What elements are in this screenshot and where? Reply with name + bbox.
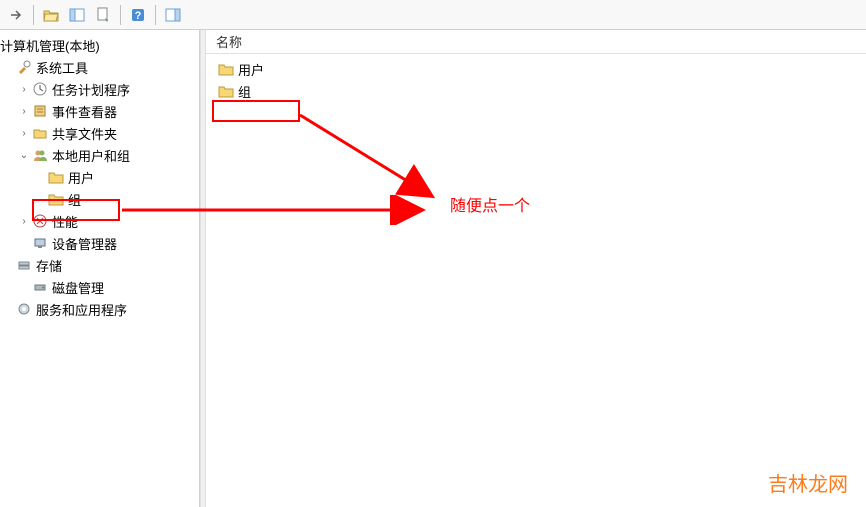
- tree-panel[interactable]: 计算机管理(本地) 系统工具 › 任务计划程序 › 事件查看器 › 共享文件夹 …: [0, 30, 200, 507]
- toolbar-help-button[interactable]: ?: [126, 3, 150, 27]
- chevron-down-icon[interactable]: ⌄: [16, 147, 32, 163]
- tree-label: 性能: [52, 212, 78, 231]
- main-area: 计算机管理(本地) 系统工具 › 任务计划程序 › 事件查看器 › 共享文件夹 …: [0, 30, 866, 507]
- refresh-doc-icon: [95, 7, 111, 23]
- clock-icon: [32, 81, 48, 97]
- chevron-right-icon[interactable]: ›: [16, 81, 32, 97]
- tree-label: 本地用户和组: [52, 146, 130, 165]
- tree-item-users[interactable]: 用户: [0, 166, 199, 188]
- folder-icon: [218, 83, 234, 99]
- panel-icon: [69, 8, 85, 22]
- panel-alt-icon: [165, 8, 181, 22]
- chevron-right-icon[interactable]: ›: [16, 103, 32, 119]
- chevron-down-icon[interactable]: [0, 257, 16, 273]
- tree-item-shared-folders[interactable]: › 共享文件夹: [0, 122, 199, 144]
- tree-label: 任务计划程序: [52, 80, 130, 99]
- help-icon: ?: [130, 7, 146, 23]
- tree-item-performance[interactable]: › 性能: [0, 210, 199, 232]
- folder-icon: [48, 191, 64, 207]
- tree-services[interactable]: 服务和应用程序: [0, 298, 199, 320]
- toolbar-folder-button[interactable]: [39, 3, 63, 27]
- toolbar-refresh-button[interactable]: [91, 3, 115, 27]
- tree-item-event-viewer[interactable]: › 事件查看器: [0, 100, 199, 122]
- chevron-right-icon[interactable]: ›: [16, 125, 32, 141]
- folder-open-icon: [43, 8, 59, 22]
- tree-label: 系统工具: [36, 58, 88, 77]
- list-body: 用户 组: [206, 54, 866, 106]
- tree-item-device-manager[interactable]: 设备管理器: [0, 232, 199, 254]
- folder-icon: [218, 61, 234, 77]
- tools-icon: [16, 59, 32, 75]
- tree-label: 设备管理器: [52, 234, 117, 253]
- tree-item-groups[interactable]: 组: [0, 188, 199, 210]
- services-icon: [16, 301, 32, 317]
- toolbar-panel-button[interactable]: [65, 3, 89, 27]
- disk-icon: [32, 279, 48, 295]
- chevron-right-icon[interactable]: [0, 301, 16, 317]
- tree-root[interactable]: 计算机管理(本地): [0, 34, 199, 56]
- tree-label: 用户: [68, 168, 94, 187]
- list-item-users[interactable]: 用户: [214, 58, 858, 80]
- toolbar-separator: [120, 5, 121, 25]
- tree-label: 磁盘管理: [52, 278, 104, 297]
- tree-item-local-users-groups[interactable]: ⌄ 本地用户和组: [0, 144, 199, 166]
- toolbar-separator: [155, 5, 156, 25]
- folder-icon: [48, 169, 64, 185]
- users-icon: [32, 147, 48, 163]
- tree-label: 组: [68, 190, 81, 209]
- list-item-label: 用户: [238, 60, 264, 79]
- list-item-groups[interactable]: 组: [214, 80, 858, 102]
- toolbar-panel-alt-button[interactable]: [161, 3, 185, 27]
- root-label: 计算机管理(本地): [0, 36, 100, 55]
- column-header-name: 名称: [216, 32, 242, 51]
- tree-item-disk-mgmt[interactable]: 磁盘管理: [0, 276, 199, 298]
- toolbar-nav-button[interactable]: [4, 3, 28, 27]
- event-icon: [32, 103, 48, 119]
- chevron-down-icon[interactable]: [0, 59, 16, 75]
- perf-icon: [32, 213, 48, 229]
- tree-label: 服务和应用程序: [36, 300, 127, 319]
- list-panel: 名称 用户 组: [206, 30, 866, 507]
- tree-system-tools[interactable]: 系统工具: [0, 56, 199, 78]
- list-item-label: 组: [238, 82, 251, 101]
- toolbar: ?: [0, 0, 866, 30]
- tree-label: 共享文件夹: [52, 124, 117, 143]
- share-icon: [32, 125, 48, 141]
- storage-icon: [16, 257, 32, 273]
- tree-storage[interactable]: 存储: [0, 254, 199, 276]
- tree-label: 事件查看器: [52, 102, 117, 121]
- toolbar-separator: [33, 5, 34, 25]
- arrow-right-icon: [8, 7, 24, 23]
- svg-text:?: ?: [135, 10, 142, 22]
- list-header[interactable]: 名称: [206, 30, 866, 54]
- tree-label: 存储: [36, 256, 62, 275]
- chevron-right-icon[interactable]: ›: [16, 213, 32, 229]
- device-icon: [32, 235, 48, 251]
- tree-item-task-scheduler[interactable]: › 任务计划程序: [0, 78, 199, 100]
